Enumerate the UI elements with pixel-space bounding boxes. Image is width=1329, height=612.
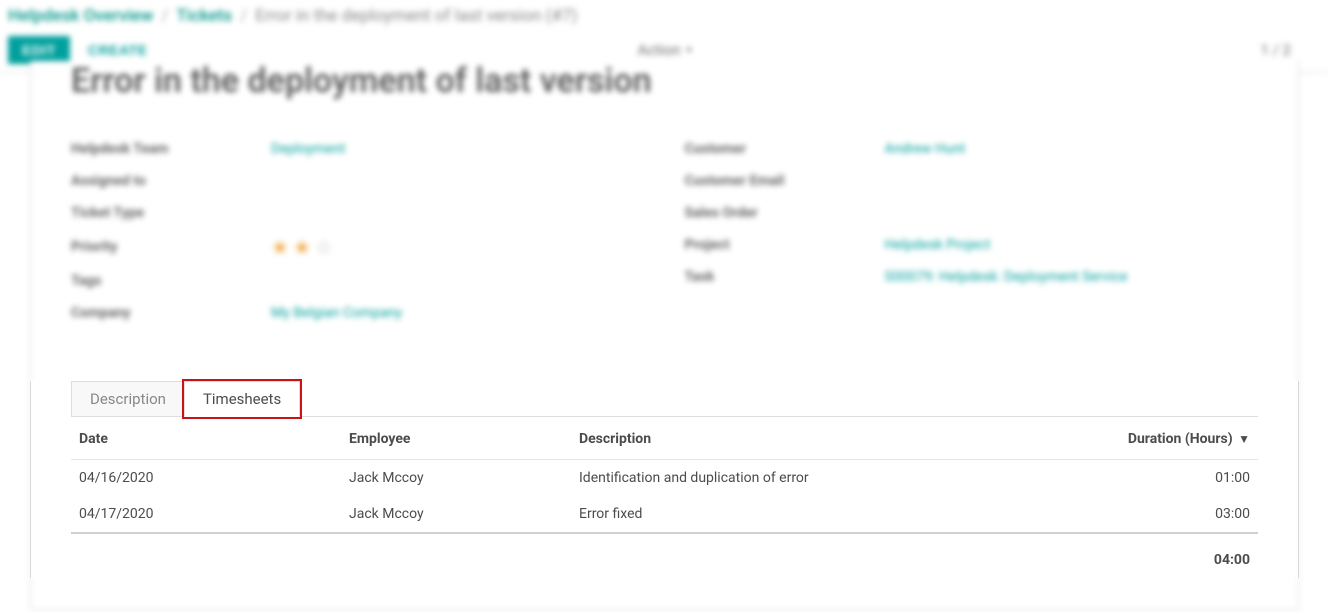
value-company[interactable]: My Belgian Company [271, 305, 402, 321]
breadcrumb-sep: / [161, 6, 168, 26]
action-dropdown[interactable]: Action ▾ [637, 41, 691, 59]
value-helpdesk-team[interactable]: Deployment [271, 141, 345, 157]
col-duration-label: Duration (Hours) [1128, 431, 1233, 447]
label-sales-order: Sales Order [685, 205, 885, 221]
timesheets-table: Date Employee Description Duration (Hour… [71, 417, 1258, 578]
page-title: Error in the deployment of last version [71, 61, 1258, 101]
label-ticket-type: Ticket Type [71, 205, 271, 221]
label-company: Company [71, 305, 271, 321]
tab-timesheets[interactable]: Timesheets [184, 381, 300, 417]
cell-description: Error fixed [571, 496, 1088, 533]
label-assigned-to: Assigned to [71, 173, 271, 189]
label-priority: Priority [71, 239, 271, 255]
pager[interactable]: 1 / 2 [1261, 41, 1322, 59]
create-button[interactable]: CREATE [70, 36, 166, 64]
col-description[interactable]: Description [571, 417, 1088, 460]
cell-description: Identification and duplication of error [571, 460, 1088, 497]
caret-down-icon: ▾ [687, 45, 692, 56]
breadcrumb: Helpdesk Overview / Tickets / Error in t… [0, 0, 1329, 32]
cell-duration: 03:00 [1088, 496, 1258, 533]
label-customer-email: Customer Email [685, 173, 885, 189]
breadcrumb-tickets[interactable]: Tickets [176, 6, 232, 26]
star-icon[interactable]: ★ [271, 235, 289, 259]
cell-date: 04/17/2020 [71, 496, 341, 533]
star-icon[interactable]: ★ [293, 235, 311, 259]
action-label: Action [637, 41, 680, 59]
col-duration[interactable]: Duration (Hours) ▼ [1088, 417, 1258, 460]
table-row[interactable]: 04/17/2020Jack MccoyError fixed03:00 [71, 496, 1258, 533]
label-tags: Tags [71, 273, 271, 289]
value-task[interactable]: S00079: Helpdesk: Deployment Service [885, 269, 1128, 285]
star-icon[interactable]: ☆ [315, 235, 333, 259]
tab-description[interactable]: Description [71, 381, 185, 416]
label-customer: Customer [685, 141, 885, 157]
cell-employee: Jack Mccoy [341, 496, 571, 533]
col-date[interactable]: Date [71, 417, 341, 460]
cell-date: 04/16/2020 [71, 460, 341, 497]
label-helpdesk-team: Helpdesk Team [71, 141, 271, 157]
priority-stars[interactable]: ★ ★ ☆ [271, 235, 333, 259]
table-row[interactable]: 04/16/2020Jack MccoyIdentification and d… [71, 460, 1258, 497]
cell-duration: 01:00 [1088, 460, 1258, 497]
cell-employee: Jack Mccoy [341, 460, 571, 497]
total-duration: 04:00 [1088, 533, 1258, 578]
label-task: Task [685, 269, 885, 285]
tab-bar: Description Timesheets [71, 381, 1258, 417]
value-customer[interactable]: Andrew Hunt [885, 141, 966, 157]
value-project[interactable]: Helpdesk Project [885, 237, 991, 253]
label-project: Project [685, 237, 885, 253]
sort-desc-icon: ▼ [1238, 432, 1250, 446]
breadcrumb-current: Error in the deployment of last version … [255, 6, 577, 26]
timesheets-panel: Description Timesheets Date Employee Des… [30, 381, 1299, 578]
breadcrumb-root[interactable]: Helpdesk Overview [8, 6, 153, 26]
col-employee[interactable]: Employee [341, 417, 571, 460]
breadcrumb-sep: / [240, 6, 247, 26]
edit-button[interactable]: EDIT [8, 36, 70, 64]
